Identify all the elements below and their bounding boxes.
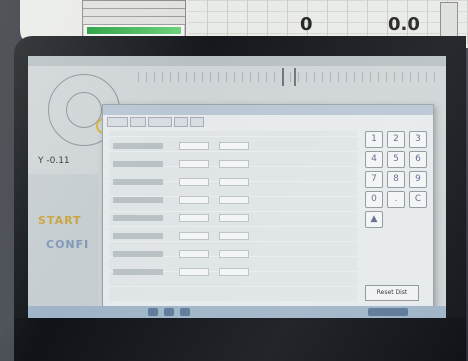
key-3[interactable]: 3	[409, 131, 427, 148]
dialog-tab[interactable]	[129, 117, 146, 127]
key-clear[interactable]: C	[409, 191, 427, 208]
config-label: CONFI	[46, 238, 90, 251]
start-label: START	[38, 214, 82, 227]
ruler-marker	[282, 68, 296, 86]
key-0[interactable]: 0	[365, 191, 383, 208]
dialog-title-bar	[103, 105, 433, 115]
reset-dist-button[interactable]: Reset Dist	[365, 285, 419, 301]
taskbar-icon[interactable]	[164, 308, 174, 316]
dialog-tab[interactable]	[147, 117, 172, 127]
key-7[interactable]: 7	[365, 171, 383, 188]
key-8[interactable]: 8	[387, 171, 405, 188]
top-value-right: 0.0	[388, 14, 420, 35]
dialog-tabs	[103, 115, 433, 129]
taskbar-icon[interactable]	[180, 308, 190, 316]
monitor-screen: Y -0.11 START CONFI 1 2 3 4 5 6 7 8 9 0 …	[28, 56, 446, 318]
key-9[interactable]: 9	[409, 171, 427, 188]
green-level-bar	[87, 27, 181, 34]
screen-title-bar	[28, 56, 446, 66]
taskbar	[28, 306, 446, 318]
taskbar-icon[interactable]	[148, 308, 158, 316]
key-1[interactable]: 1	[365, 131, 383, 148]
dialog-tab[interactable]	[189, 117, 205, 127]
key-up[interactable]: ▲	[365, 211, 383, 228]
key-5[interactable]: 5	[387, 151, 405, 168]
key-2[interactable]: 2	[387, 131, 405, 148]
key-4[interactable]: 4	[365, 151, 383, 168]
numeric-keypad: 1 2 3 4 5 6 7 8 9 0 . C ▲	[365, 131, 429, 251]
system-tray[interactable]	[368, 308, 408, 316]
monitor-bottom-bezel	[14, 318, 466, 361]
key-dot[interactable]: .	[387, 191, 405, 208]
coord-readout: Y -0.11	[38, 156, 70, 166]
dialog-tab[interactable]	[173, 117, 188, 127]
photo: 0 0.0 Y -0.11 START CONFI 1 2 3 4 5 6 7 …	[0, 0, 468, 361]
top-value-left: 0	[300, 14, 313, 35]
dialog-tab[interactable]	[107, 117, 128, 127]
settings-dialog: 1 2 3 4 5 6 7 8 9 0 . C ▲ Reset Dist	[102, 104, 434, 310]
key-6[interactable]: 6	[409, 151, 427, 168]
dialog-form	[109, 131, 357, 301]
